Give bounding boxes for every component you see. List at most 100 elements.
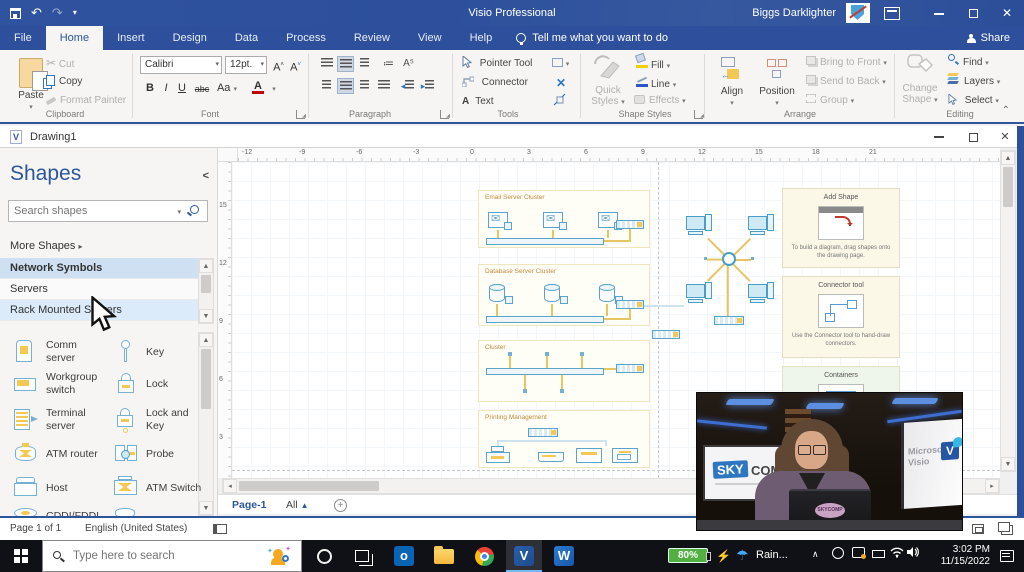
outlook-icon[interactable]: o <box>386 540 422 572</box>
shapes-search-box[interactable]: ▾ <box>8 200 208 222</box>
email-server-client-shape[interactable] <box>559 222 567 230</box>
workstation-shape[interactable] <box>748 216 774 238</box>
justify-button[interactable] <box>375 78 392 94</box>
ring-hub-shape[interactable] <box>722 252 736 266</box>
file-explorer-icon[interactable] <box>426 540 462 572</box>
align-middle-button[interactable] <box>337 78 354 94</box>
scanner-shape[interactable] <box>538 452 564 462</box>
weather-label[interactable]: Rain... <box>756 549 788 561</box>
database-server-shape[interactable] <box>544 284 560 302</box>
fax-shape[interactable] <box>612 448 638 463</box>
chrome-icon[interactable] <box>466 540 502 572</box>
rack-server-shape[interactable] <box>616 364 644 373</box>
close-button[interactable]: ✕ <box>990 0 1024 26</box>
start-button[interactable] <box>0 540 42 572</box>
align-bottom-button[interactable] <box>356 78 373 94</box>
align-center-button[interactable] <box>337 56 354 72</box>
stencil-scroll-up-icon[interactable]: ▲ <box>199 259 213 273</box>
shrink-font-button[interactable]: A˅ <box>288 57 303 73</box>
battery-indicator[interactable]: 80% <box>668 548 708 563</box>
paragraph-dialog-launcher-icon[interactable] <box>440 110 449 119</box>
shape-lock-and-key[interactable]: Lock and Key <box>112 406 208 436</box>
shape-key[interactable]: Key <box>112 338 208 368</box>
bold-button[interactable]: B <box>143 80 157 96</box>
user-avatar[interactable] <box>846 3 870 23</box>
tab-insert[interactable]: Insert <box>103 26 159 50</box>
search-scope-caret-icon[interactable]: ▾ <box>177 208 181 216</box>
help-panel-connector-tool[interactable]: Connector tool Use the Connector tool to… <box>782 276 900 358</box>
connector-button[interactable]: Connector <box>462 74 528 92</box>
rack-server-shape[interactable] <box>616 220 644 229</box>
tab-view[interactable]: View <box>404 26 456 50</box>
workstation-shape[interactable] <box>686 284 712 306</box>
page-tab-page1[interactable]: Page-1 <box>232 495 266 515</box>
rack-server-shape[interactable] <box>616 300 644 309</box>
align-top-button[interactable] <box>318 78 335 94</box>
shape-atm-switch[interactable]: ATM Switch <box>112 474 208 504</box>
printer-shape[interactable] <box>486 446 510 464</box>
workstation-shape[interactable] <box>686 216 712 238</box>
font-size-combobox[interactable]: 12pt.▾ <box>225 56 267 74</box>
rack-server-shape[interactable] <box>714 316 744 325</box>
restore-button[interactable] <box>956 0 990 26</box>
database-client-shape[interactable] <box>560 296 568 304</box>
minimize-button[interactable] <box>922 0 956 26</box>
tab-review[interactable]: Review <box>340 26 404 50</box>
add-page-icon[interactable]: + <box>334 499 347 512</box>
fill-button[interactable]: Fill ▾ <box>634 54 670 72</box>
change-case-button[interactable]: Aa ▾ <box>214 80 240 96</box>
canvas-hscroll-thumb[interactable] <box>239 481 379 491</box>
cortana-icon[interactable] <box>306 540 342 572</box>
shape-probe[interactable]: Probe <box>112 440 208 470</box>
canvas-scroll-up-icon[interactable]: ▲ <box>1001 151 1015 165</box>
print-server-rack-shape[interactable] <box>528 428 558 437</box>
language-status[interactable]: English (United States) <box>85 523 187 534</box>
shapes-search-input[interactable] <box>14 201 164 221</box>
doc-restore-button[interactable] <box>958 126 988 148</box>
canvas-scroll-right-icon[interactable]: ▸ <box>985 479 999 493</box>
user-name[interactable]: Biggs Darklighter <box>752 7 836 19</box>
tab-design[interactable]: Design <box>159 26 221 50</box>
connection-point-x-button[interactable]: ✕ <box>556 74 566 92</box>
shape-host[interactable]: Host <box>12 474 108 504</box>
collapse-shapes-panel-icon[interactable]: < <box>203 170 209 182</box>
stencil-scroll-thumb[interactable] <box>201 275 211 293</box>
taskbar-clock[interactable]: 3:02 PM 11/15/2022 <box>924 544 990 568</box>
search-highlights-icon[interactable]: ✦✦ <box>269 547 289 567</box>
taskbar-search-input[interactable] <box>73 545 243 567</box>
stencil-scroll-down-icon[interactable]: ▼ <box>199 309 213 323</box>
tray-battery-icon[interactable] <box>872 549 885 561</box>
tray-meet-icon[interactable] <box>852 547 865 561</box>
canvas-scroll-left-icon[interactable]: ◂ <box>223 479 237 493</box>
tab-data[interactable]: Data <box>221 26 272 50</box>
wifi-icon[interactable] <box>890 546 904 561</box>
shape-atm-router[interactable]: ATM router <box>12 440 108 470</box>
share-button[interactable]: Share <box>967 26 1010 50</box>
taskbar-search-box[interactable]: ✦✦ <box>42 540 302 572</box>
database-server-shape[interactable] <box>489 284 505 302</box>
page-tab-all[interactable]: All ▲ <box>286 495 309 516</box>
help-panel-add-shape[interactable]: Add Shape To build a diagram, drag shape… <box>782 188 900 268</box>
switch-windows-icon[interactable] <box>998 522 1010 532</box>
align-left-button[interactable] <box>318 56 335 72</box>
decrease-indent-button[interactable]: ◂ <box>399 78 416 94</box>
database-client-shape[interactable] <box>505 296 513 304</box>
ethernet-shape[interactable] <box>486 316 604 323</box>
tray-app-icon[interactable] <box>832 547 844 562</box>
database-server-shape[interactable] <box>599 284 615 302</box>
shape-lock[interactable]: Lock <box>112 370 208 400</box>
doc-close-button[interactable]: ✕ <box>990 126 1020 148</box>
italic-button[interactable]: I <box>160 80 172 96</box>
stencil-network-symbols[interactable]: Network Symbols <box>0 258 198 279</box>
workstation-shape[interactable] <box>748 284 774 306</box>
select-button[interactable]: Select ▾ <box>948 92 999 110</box>
font-family-combobox[interactable]: Calibri▾ <box>140 56 222 74</box>
search-icon[interactable] <box>190 205 199 214</box>
align-right-button[interactable] <box>356 56 373 72</box>
tray-expand-chevron-icon[interactable]: ∧ <box>812 549 819 560</box>
fit-page-icon[interactable] <box>972 524 984 534</box>
align-button[interactable]: ← Align▾ <box>712 54 752 118</box>
bullets-button[interactable]: ≔ <box>380 56 397 72</box>
shape-styles-dialog-launcher-icon[interactable] <box>694 110 703 119</box>
tell-me-box[interactable]: Tell me what you want to do <box>506 26 678 50</box>
